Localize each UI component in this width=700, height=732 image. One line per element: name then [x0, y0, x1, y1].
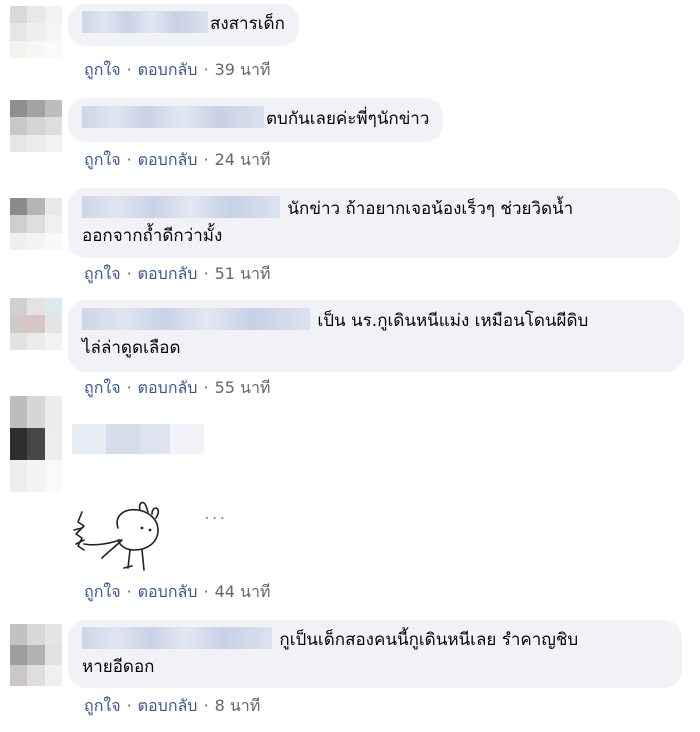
- comment-actions: ถูกใจ · ตอบกลับ · 44 นาที: [84, 580, 270, 605]
- avatar[interactable]: [10, 6, 62, 58]
- comment-text-line1: กูเป็นเด็กสองคนนี้กูเดินหนีเลย รำคาญชิบ: [279, 630, 579, 650]
- separator: ·: [203, 378, 209, 397]
- avatar[interactable]: [10, 198, 62, 250]
- comment-text-line1: เป็น นร.กูเดินหนีแม่ง เหมือนโดนผีดิบ: [317, 311, 589, 331]
- reply-link[interactable]: ตอบกลับ: [138, 582, 198, 601]
- comment-actions: ถูกใจ · ตอบกลับ · 24 นาที: [84, 148, 270, 173]
- avatar[interactable]: [10, 624, 62, 686]
- reply-link[interactable]: ตอบกลับ: [138, 696, 198, 715]
- timestamp[interactable]: 39 นาที: [215, 60, 271, 79]
- like-link[interactable]: ถูกใจ: [84, 150, 121, 169]
- comment-actions: ถูกใจ · ตอบกลับ · 39 นาที: [84, 58, 270, 83]
- comment-actions: ถูกใจ · ตอบกลับ · 55 นาที: [84, 376, 270, 401]
- avatar[interactable]: [10, 396, 62, 492]
- like-link[interactable]: ถูกใจ: [84, 378, 121, 397]
- separator: ·: [126, 696, 132, 715]
- commenter-name[interactable]: [72, 424, 204, 454]
- separator: ·: [126, 264, 132, 283]
- cartoon-rabbit-sticker-icon: [73, 501, 160, 571]
- comment-text-line2: หายอีดอก: [82, 657, 155, 677]
- like-link[interactable]: ถูกใจ: [84, 696, 121, 715]
- reply-link[interactable]: ตอบกลับ: [138, 150, 198, 169]
- separator: ·: [126, 60, 132, 79]
- separator: ·: [126, 582, 132, 601]
- comment-bubble: เป็น นร.กูเดินหนีแม่ง เหมือนโดนผีดิบ ไล่…: [68, 300, 684, 372]
- reply-link[interactable]: ตอบกลับ: [138, 60, 198, 79]
- comment-bubble: นักข่าว ถ้าอยากเจอน้องเร็วๆ ช่วยวิดน้ำ อ…: [68, 188, 680, 258]
- comment-bubble: กูเป็นเด็กสองคนนี้กูเดินหนีเลย รำคาญชิบ …: [68, 620, 682, 688]
- commenter-name[interactable]: [82, 106, 264, 128]
- comment-actions: ถูกใจ · ตอบกลับ · 8 นาที: [84, 694, 260, 719]
- comment-text-line2: ออกจากถ้ำดีกว่ามั้ง: [82, 226, 223, 246]
- timestamp[interactable]: 44 นาที: [215, 582, 271, 601]
- timestamp[interactable]: 8 นาที: [215, 696, 261, 715]
- reply-link[interactable]: ตอบกลับ: [138, 378, 198, 397]
- timestamp[interactable]: 51 นาที: [215, 264, 271, 283]
- comment-text-line1: นักข่าว ถ้าอยากเจอน้องเร็วๆ ช่วยวิดน้ำ: [287, 199, 574, 219]
- commenter-name[interactable]: [82, 627, 272, 649]
- separator: ·: [203, 582, 209, 601]
- avatar[interactable]: [10, 298, 62, 350]
- sticker: [68, 500, 178, 580]
- separator: ·: [203, 150, 209, 169]
- separator: ·: [203, 60, 209, 79]
- comment-text: ตบกันเลยค่ะพี่ๆนักข่าว: [266, 109, 430, 129]
- commenter-name[interactable]: [82, 308, 310, 330]
- like-link[interactable]: ถูกใจ: [84, 60, 121, 79]
- comment-text-line2: ไล่ล่าดูดเลือด: [82, 338, 181, 358]
- commenter-name[interactable]: [82, 196, 280, 218]
- like-link[interactable]: ถูกใจ: [84, 582, 121, 601]
- timestamp[interactable]: 55 นาที: [215, 378, 271, 397]
- reply-link[interactable]: ตอบกลับ: [138, 264, 198, 283]
- avatar[interactable]: [10, 100, 62, 152]
- comment-bubble: สงสารเด็ก: [68, 4, 299, 46]
- comment-bubble: ตบกันเลยค่ะพี่ๆนักข่าว: [68, 98, 444, 142]
- separator: ·: [126, 378, 132, 397]
- timestamp[interactable]: 24 นาที: [215, 150, 271, 169]
- more-options-icon[interactable]: ···: [204, 508, 227, 529]
- comment-text: สงสารเด็ก: [210, 14, 285, 34]
- like-link[interactable]: ถูกใจ: [84, 264, 121, 283]
- commenter-name[interactable]: [82, 11, 208, 33]
- separator: ·: [203, 696, 209, 715]
- separator: ·: [203, 264, 209, 283]
- separator: ·: [126, 150, 132, 169]
- comment-actions: ถูกใจ · ตอบกลับ · 51 นาที: [84, 262, 270, 287]
